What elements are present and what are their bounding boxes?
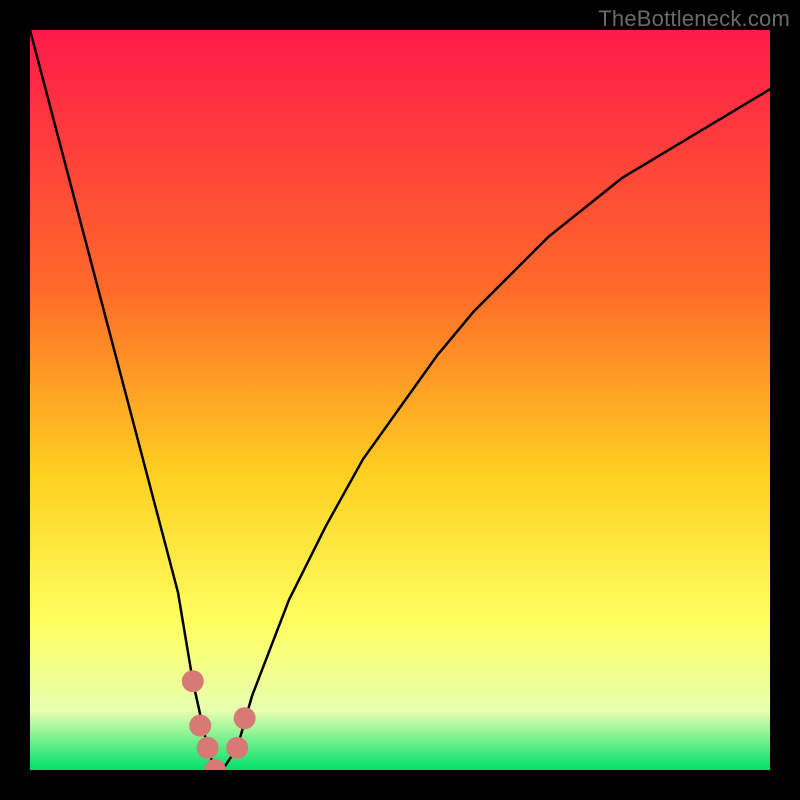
chart-svg bbox=[30, 30, 770, 770]
gradient-background bbox=[30, 30, 770, 770]
watermark-label: TheBottleneck.com bbox=[598, 6, 790, 32]
highlight-dot bbox=[182, 670, 204, 692]
plot-area bbox=[30, 30, 770, 770]
highlight-dot bbox=[234, 707, 256, 729]
highlight-dot bbox=[226, 737, 248, 759]
chart-frame: TheBottleneck.com bbox=[0, 0, 800, 800]
highlight-dot bbox=[189, 715, 211, 737]
highlight-dot bbox=[197, 737, 219, 759]
